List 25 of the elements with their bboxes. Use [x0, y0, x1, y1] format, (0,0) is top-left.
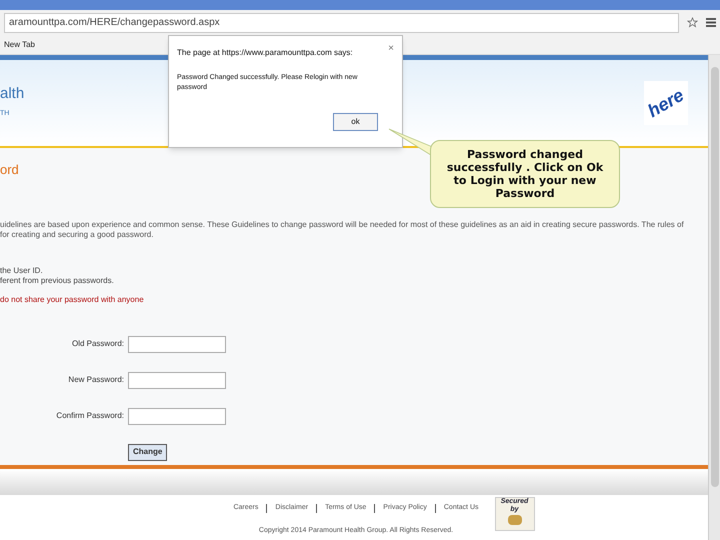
padlock-icon	[508, 515, 522, 525]
password-field[interactable]	[128, 372, 226, 388]
password-field[interactable]	[128, 336, 226, 352]
dialog-title: The page at https://www.paramounttpa.com says:	[177, 47, 353, 59]
warning-text: do not share your password with anyone	[0, 294, 144, 306]
field-label: Old Password:	[70, 338, 124, 350]
menu-icon[interactable]	[706, 18, 716, 27]
close-button[interactable]: ×	[388, 44, 394, 54]
password-field[interactable]	[128, 408, 226, 424]
guideline-text: for creating and securing a good password.	[0, 230, 154, 240]
star-icon[interactable]	[687, 17, 698, 28]
field-label: New Password:	[67, 374, 124, 386]
ok-button[interactable]: ok	[333, 113, 378, 131]
bookmark[interactable]: New Tab	[4, 38, 35, 50]
address-field[interactable]: aramounttpa.com/HERE/changepassword.aspx	[4, 12, 679, 32]
page-title: ord	[0, 161, 19, 179]
logo: here	[644, 81, 688, 125]
rule-text: the User ID.	[0, 266, 44, 276]
callout-text: Password changed successfully . Click on Ok to Login with your new Password	[446, 148, 604, 200]
rule-text: ferent from previous passwords.	[0, 276, 115, 286]
field-label: Confirm Password:	[55, 410, 124, 422]
guideline-text: uidelines are based upon experience and common sense. These Guidelines to change password will be needed for most of these guidelines as an aid in creating secure passwords. The rules of	[0, 220, 685, 230]
scrollbar[interactable]	[708, 55, 720, 540]
change-button[interactable]: Change	[128, 444, 168, 460]
brand-name: alth	[0, 86, 24, 102]
